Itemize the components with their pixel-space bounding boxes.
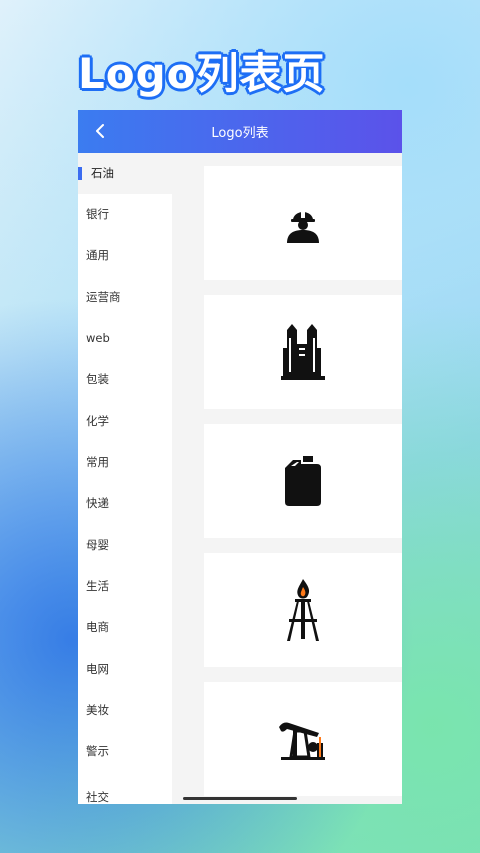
hero-title: Logo列表页	[78, 49, 326, 98]
refinery-icon	[281, 324, 325, 380]
sidebar-item-label: 石油	[91, 166, 114, 180]
sidebar-item-oil[interactable]: 石油	[78, 153, 172, 194]
pumpjack-icon	[279, 722, 325, 760]
sidebar-item-bank[interactable]: 银行	[78, 194, 172, 235]
sidebar-item-express[interactable]: 快递	[78, 483, 172, 524]
oil-derrick-flame-icon	[287, 579, 319, 641]
sidebar-item-label: 社交	[86, 790, 109, 804]
home-indicator	[183, 797, 297, 800]
sidebar-item-common[interactable]: 常用	[78, 442, 172, 483]
sidebar-item-label: 电网	[86, 662, 109, 676]
page-title: Logo列表	[211, 126, 269, 141]
sidebar-item-carrier[interactable]: 运营商	[78, 277, 172, 318]
sidebar-item-label: 母婴	[86, 538, 109, 552]
sidebar-item-baby[interactable]: 母婴	[78, 525, 172, 566]
jerrycan-icon	[285, 456, 321, 506]
sidebar-item-chemistry[interactable]: 化学	[78, 401, 172, 442]
sidebar-item-ecommerce[interactable]: 电商	[78, 607, 172, 648]
logo-card[interactable]	[204, 553, 402, 667]
sidebar-item-label: 化学	[86, 414, 109, 428]
sidebar-item-label: 常用	[86, 455, 109, 469]
navbar: Logo列表	[78, 110, 402, 153]
sidebar-item-general[interactable]: 通用	[78, 235, 172, 276]
sidebar-item-beauty[interactable]: 美妆	[78, 690, 172, 731]
logo-card[interactable]	[204, 424, 402, 538]
sidebar-item-label: 快递	[86, 496, 109, 510]
sidebar-item-web[interactable]: web	[78, 318, 172, 359]
sidebar-item-packaging[interactable]: 包装	[78, 359, 172, 400]
active-indicator	[78, 167, 82, 180]
sidebar-item-label: 生活	[86, 579, 109, 593]
category-sidebar: 石油 银行 通用 运营商 web 包装 化学 常用 快递 母婴 生活 电商 电网…	[78, 153, 172, 804]
sidebar-item-label: 运营商	[86, 290, 121, 304]
phone-screen: Logo列表 石油 银行 通用 运营商 web 包装 化学 常用 快递 母婴 生…	[78, 110, 402, 804]
sidebar-item-label: web	[86, 331, 110, 345]
logo-card[interactable]	[204, 682, 402, 796]
sidebar-item-power-grid[interactable]: 电网	[78, 649, 172, 690]
sidebar-item-label: 警示	[86, 744, 109, 758]
sidebar-item-label: 包装	[86, 372, 109, 386]
sidebar-item-label: 通用	[86, 248, 109, 262]
sidebar-item-label: 美妆	[86, 703, 109, 717]
sidebar-item-label: 银行	[86, 207, 109, 221]
sidebar-item-social[interactable]: 社交	[78, 777, 172, 804]
logo-grid	[204, 166, 402, 804]
logo-card[interactable]	[204, 166, 402, 280]
sidebar-item-warning[interactable]: 警示	[78, 731, 172, 772]
oil-worker-icon	[287, 212, 319, 243]
sidebar-item-life[interactable]: 生活	[78, 566, 172, 607]
logo-card[interactable]	[204, 295, 402, 409]
sidebar-item-label: 电商	[86, 620, 109, 634]
